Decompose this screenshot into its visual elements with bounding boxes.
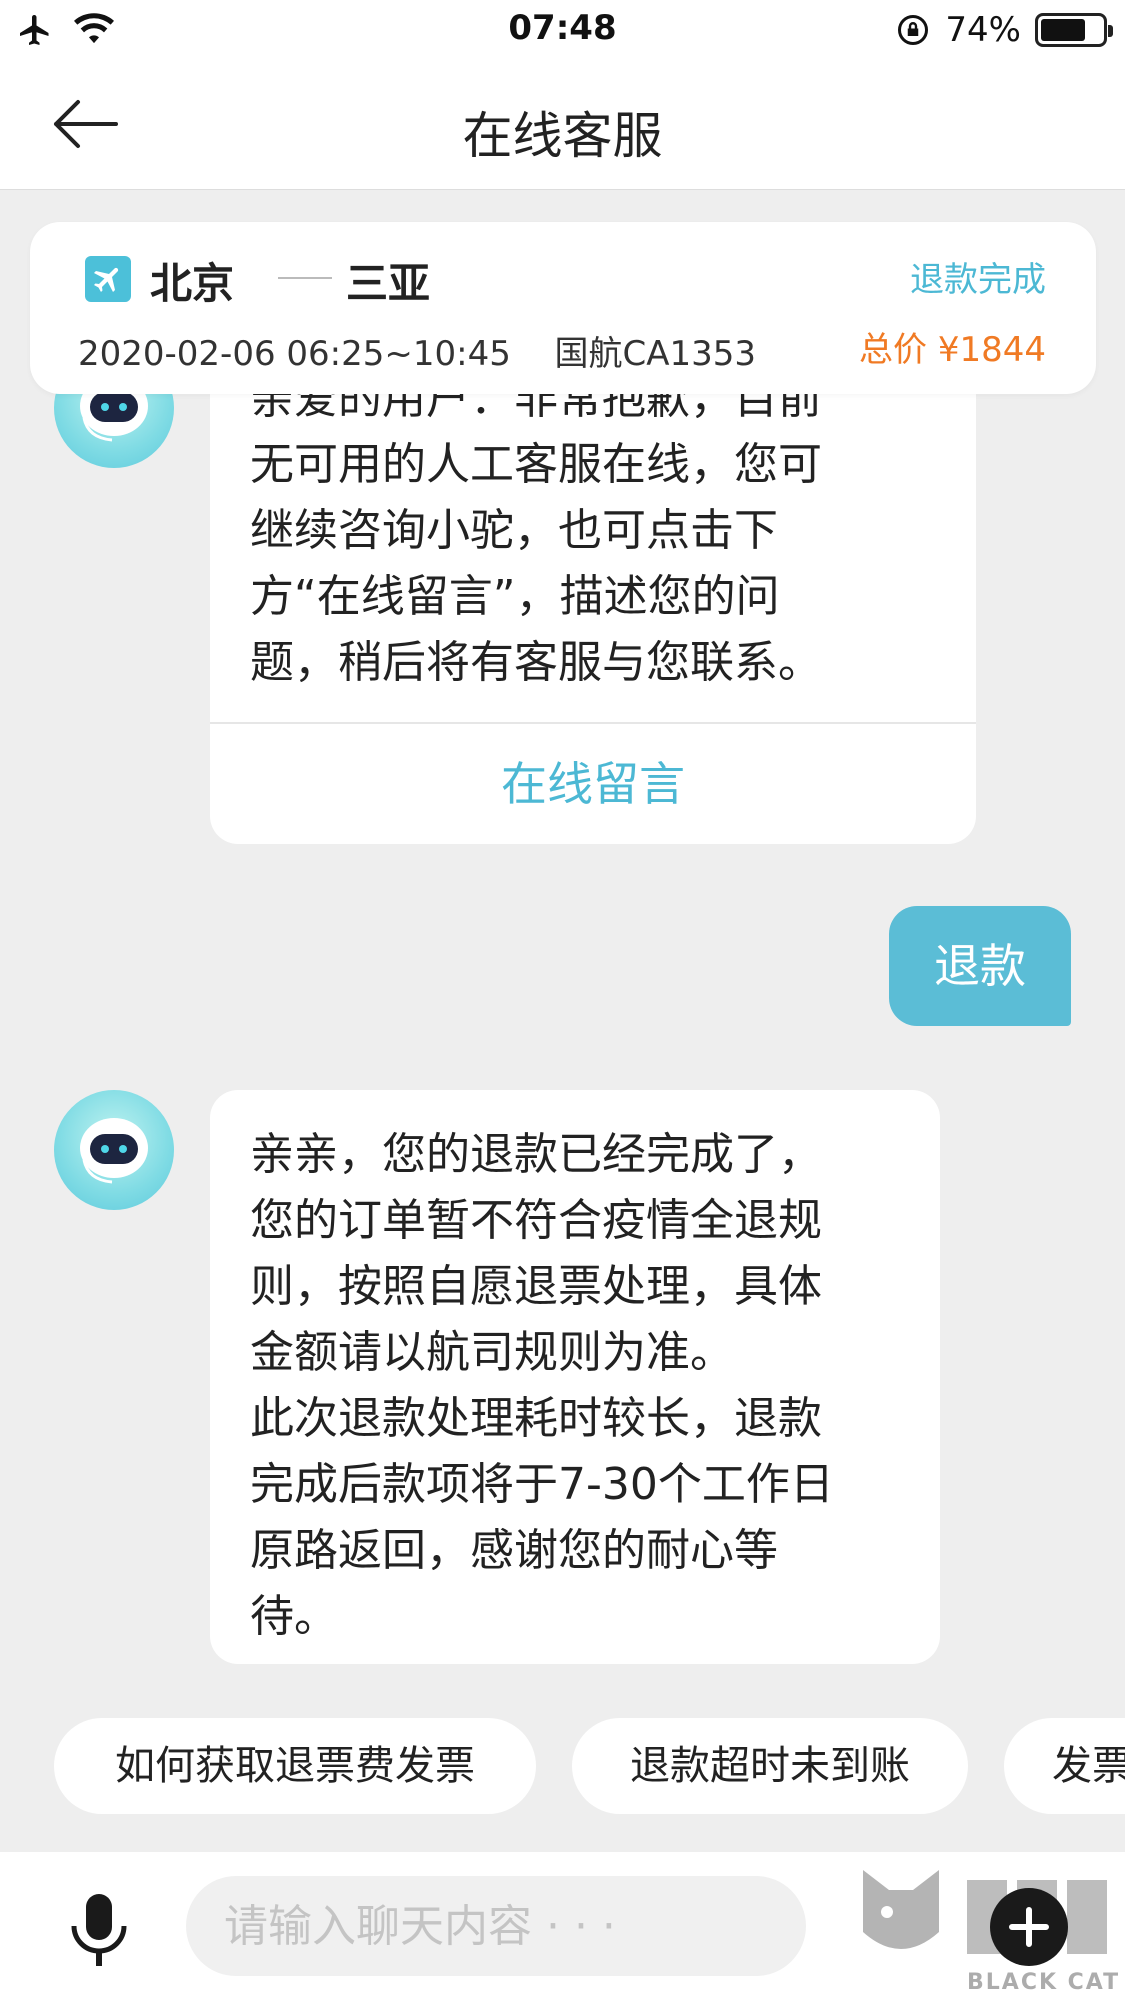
status-right-icons: 74% xyxy=(895,10,1113,50)
watermark-text: BLACK CAT xyxy=(967,1970,1121,1995)
order-card[interactable]: 北京 三亚 2020-02-06 06:25~10:45 国航CA1353 退款… xyxy=(30,222,1096,394)
destination-city: 三亚 xyxy=(346,259,431,308)
battery-percentage: 74% xyxy=(945,10,1021,50)
battery-icon xyxy=(1035,13,1113,47)
flight-icon xyxy=(85,256,131,302)
user-message: 退款 xyxy=(889,906,1071,1026)
quick-reply-chip[interactable]: 发票 xyxy=(1004,1718,1125,1814)
more-button[interactable] xyxy=(990,1888,1068,1966)
bot-avatar xyxy=(54,1090,174,1210)
quick-replies: 如何获取退票费发票 退款超时未到账 发票 xyxy=(54,1718,1125,1814)
microphone-icon xyxy=(71,1894,127,1966)
route-line xyxy=(278,277,332,279)
bot-message: 亲亲，您的退款已经完成了， 您的订单暂不符合疫情全退规 则，按照自愿退票处理，具… xyxy=(210,1090,940,1664)
quick-reply-chip[interactable]: 退款超时未到账 xyxy=(572,1718,968,1814)
order-price: 总价 ¥1844 xyxy=(859,330,1046,370)
bot-message-text: 亲亲，您的退款已经完成了， 您的订单暂不符合疫情全退规 则，按照自愿退票处理，具… xyxy=(250,1129,834,1642)
origin-city: 北京 xyxy=(150,259,235,308)
nav-bar: 在线客服 xyxy=(0,60,1125,190)
bot-avatar-icon xyxy=(80,1118,148,1184)
bot-message-text: 亲爱的用户：非常抱歉，目前 无可用的人工客服在线，您可 继续咨询小驼，也可点击下… xyxy=(250,373,822,688)
voice-button[interactable] xyxy=(66,1890,132,1970)
battery-fill xyxy=(1041,19,1086,41)
flight-meta: 2020-02-06 06:25~10:45 国航CA1353 xyxy=(78,326,756,375)
status-bar: 07:48 74% xyxy=(0,0,1125,60)
quick-reply-chip[interactable]: 如何获取退票费发票 xyxy=(54,1718,536,1814)
rotation-lock-icon xyxy=(898,15,929,45)
plus-icon xyxy=(1009,1907,1049,1947)
flight-datetime: 2020-02-06 06:25~10:45 xyxy=(78,334,511,374)
bot-message: 亲爱的用户：非常抱歉，目前 无可用的人工客服在线，您可 继续咨询小驼，也可点击下… xyxy=(210,330,976,844)
chat-input[interactable] xyxy=(186,1876,806,1976)
leave-message-button[interactable]: 在线留言 xyxy=(210,724,976,844)
page-title: 在线客服 xyxy=(462,107,663,165)
order-status: 退款完成 xyxy=(910,260,1046,300)
flight-number: 国航CA1353 xyxy=(554,334,757,374)
